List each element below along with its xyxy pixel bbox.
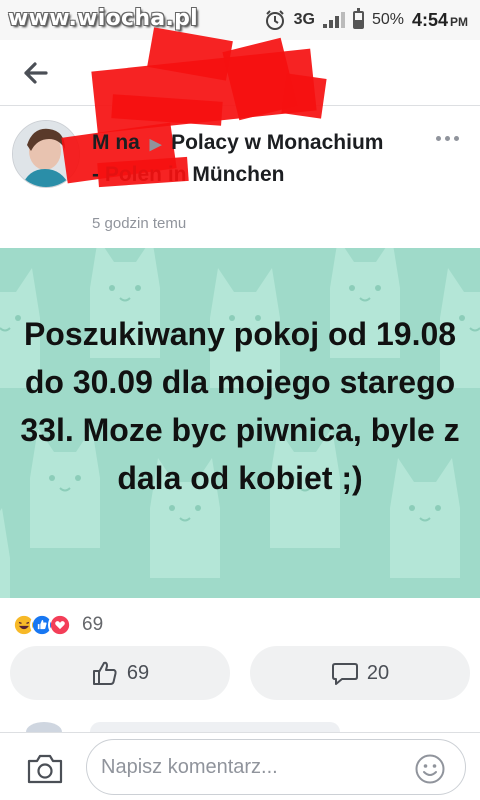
comment-button[interactable]: 20: [250, 646, 470, 700]
comment-count: 20: [366, 661, 390, 684]
reactions-count: 69: [82, 614, 104, 635]
emoji-icon[interactable]: [414, 753, 446, 785]
love-icon: [48, 613, 72, 637]
post-timestamp: 5 godzin temu: [92, 215, 187, 232]
signal-icon: [322, 12, 345, 28]
like-count: 69: [126, 661, 150, 684]
like-button[interactable]: 69: [10, 646, 230, 700]
reactions-summary[interactable]: 69: [12, 612, 103, 638]
back-arrow-icon[interactable]: [18, 56, 52, 90]
clock: 4:54: [411, 9, 448, 30]
network-type: 3G: [293, 11, 315, 28]
more-options-icon[interactable]: [436, 136, 459, 141]
battery-level: 50%: [371, 11, 404, 28]
battery-icon: [352, 8, 364, 29]
arrow-right-icon: ▶: [149, 136, 162, 153]
status-icons: 3G 50% 4:54 PM: [264, 8, 468, 32]
comment-input[interactable]: [86, 739, 466, 795]
comment-bar: [0, 732, 480, 800]
watermark: www.wiocha.pl: [8, 6, 198, 31]
comment-icon: [331, 663, 358, 685]
status-bar: www.wiocha.pl 3G 50% 4:54 PM: [0, 0, 480, 40]
post-text: Poszukiwany pokoj od 19.08 do 30.09 dla …: [20, 316, 460, 496]
camera-icon[interactable]: [26, 753, 64, 785]
post-card: Poszukiwany pokoj od 19.08 do 30.09 dla …: [0, 248, 480, 598]
thumbs-up-icon: [92, 661, 117, 685]
author-name[interactable]: M na: [92, 131, 140, 154]
alarm-icon: [265, 10, 284, 30]
clock-ampm: PM: [450, 15, 468, 29]
